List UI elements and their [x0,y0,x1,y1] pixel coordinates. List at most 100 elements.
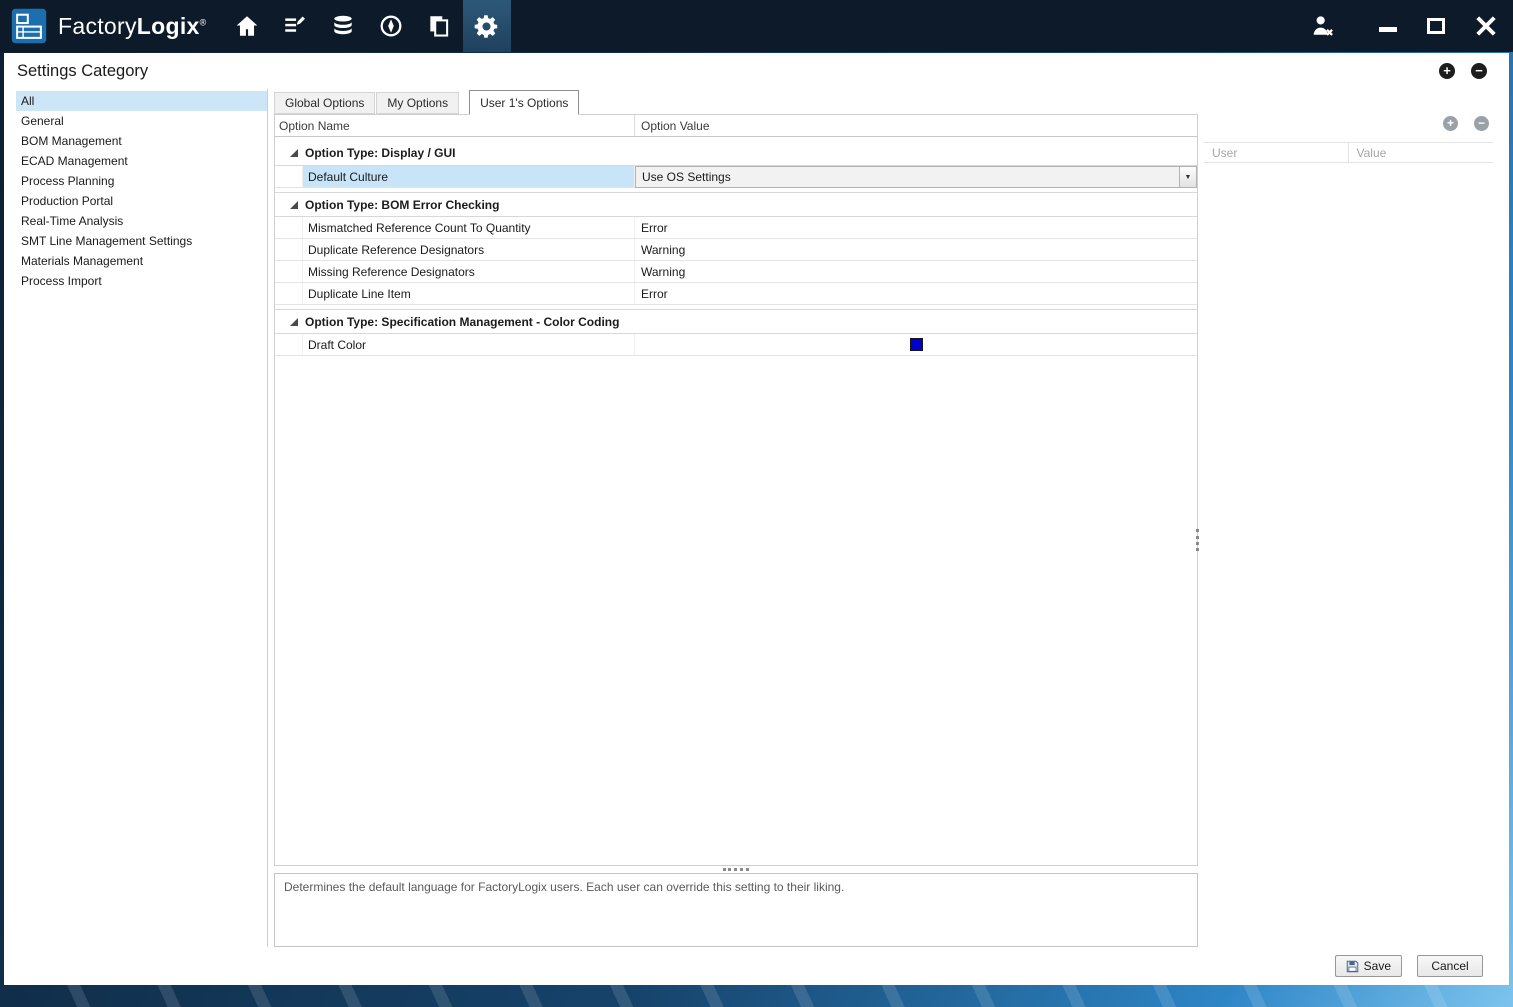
sidebar-item-materials-management[interactable]: Materials Management [16,251,267,271]
options-tabs: Global Options My Options User 1's Optio… [274,89,1198,114]
close-button[interactable] [1475,15,1497,37]
registered-mark: ® [200,17,207,27]
materials-stack-icon[interactable] [319,0,367,52]
option-value-cell: Warning [635,261,1197,282]
reports-documents-icon[interactable] [415,0,463,52]
close-icon [1475,15,1497,37]
row-indicator [275,166,303,187]
vertical-splitter[interactable] [1196,529,1199,551]
add-user-override-button[interactable]: + [1443,116,1458,131]
titlebar: FactoryLogix® [0,0,1513,52]
option-row-draft-color[interactable]: Draft Color [275,334,1197,356]
sidebar-item-all[interactable]: All [16,91,267,111]
user-overrides-actions: + − [1204,112,1493,134]
minimize-icon [1379,27,1397,32]
sidebar-item-general[interactable]: General [16,111,267,131]
option-name-cell: Default Culture [303,166,635,187]
cancel-button-label: Cancel [1431,959,1468,973]
group-title: Option Type: BOM Error Checking [305,198,499,212]
option-row-duplicate-line-item[interactable]: Duplicate Line Item Error [275,283,1197,305]
dropdown-chevron-icon[interactable]: ▼ [1179,167,1196,187]
horizontal-splitter[interactable] [274,866,1198,873]
column-header-option-name[interactable]: Option Name [275,115,635,136]
user-overrides-body [1204,163,1493,947]
row-indicator [275,239,303,260]
sidebar-item-process-planning[interactable]: Process Planning [16,171,267,191]
add-button[interactable]: + [1439,63,1455,79]
engineering-edit-icon[interactable] [271,0,319,52]
options-grid-body: Option Type: Display / GUI Default Cultu… [275,137,1197,865]
row-indicator [275,261,303,282]
option-name-cell: Mismatched Reference Count To Quantity [303,217,635,238]
sidebar-item-ecad-management[interactable]: ECAD Management [16,151,267,171]
user-overrides-panel: + − User Value [1204,89,1493,947]
option-name-cell: Missing Reference Designators [303,261,635,282]
main-area: All General BOM Management ECAD Manageme… [4,89,1509,947]
settings-gear-icon[interactable] [463,0,511,52]
option-value-cell [635,334,1197,355]
option-row-mismatched-reference-count[interactable]: Mismatched Reference Count To Quantity E… [275,217,1197,239]
save-disk-icon [1346,960,1359,973]
options-grid: Option Name Option Value Option Type: Di… [274,114,1198,866]
app-name-regular: Factory [58,13,137,39]
row-indicator [275,334,303,355]
maximize-icon [1427,18,1445,34]
app-title: FactoryLogix® [58,13,207,40]
sidebar-item-bom-management[interactable]: BOM Management [16,131,267,151]
group-row-display-gui[interactable]: Option Type: Display / GUI [275,141,1197,166]
home-icon[interactable] [223,0,271,52]
sidebar-item-smt-line-management-settings[interactable]: SMT Line Management Settings [16,231,267,251]
option-row-default-culture[interactable]: Default Culture Use OS Settings ▼ [275,166,1197,188]
footer: Save Cancel [4,947,1509,985]
minimize-button[interactable] [1379,21,1397,32]
category-actions: + − [1439,63,1487,79]
remove-user-override-button[interactable]: − [1474,116,1489,131]
user-logout-icon[interactable] [1309,12,1337,40]
maximize-button[interactable] [1427,18,1445,34]
default-culture-dropdown[interactable]: Use OS Settings ▼ [635,166,1197,188]
settings-page: Settings Category + − All General BOM Ma… [4,53,1509,985]
group-expander-icon [290,201,298,209]
production-compass-icon[interactable] [367,0,415,52]
content-header: Settings Category + − [4,53,1509,89]
option-name-cell: Duplicate Line Item [303,283,635,304]
option-name-cell: Duplicate Reference Designators [303,239,635,260]
options-grid-header: Option Name Option Value [275,115,1197,137]
draft-color-swatch[interactable] [910,338,923,351]
tab-global-options[interactable]: Global Options [274,92,375,114]
tab-my-options[interactable]: My Options [376,92,459,114]
window-controls [1309,12,1513,40]
column-header-value[interactable]: Value [1349,143,1494,162]
option-value-cell: Error [635,283,1197,304]
row-indicator [275,217,303,238]
option-description: Determines the default language for Fact… [274,873,1198,947]
dropdown-selected-value: Use OS Settings [636,170,731,184]
option-value-cell: Error [635,217,1197,238]
app-name-bold: Logix [137,13,200,39]
save-button-label: Save [1364,959,1391,973]
app-window: FactoryLogix® [0,0,1513,52]
sidebar-item-production-portal[interactable]: Production Portal [16,191,267,211]
factorylogix-logo-icon [10,7,48,45]
group-title: Option Type: Specification Management - … [305,315,619,329]
option-row-missing-reference-designators[interactable]: Missing Reference Designators Warning [275,261,1197,283]
options-section: Global Options My Options User 1's Optio… [274,89,1198,947]
remove-button[interactable]: − [1471,63,1487,79]
main-toolbar [223,0,511,52]
cancel-button[interactable]: Cancel [1417,955,1483,977]
column-header-option-value[interactable]: Option Value [635,115,1197,136]
sidebar-item-process-import[interactable]: Process Import [16,271,267,291]
group-row-specification-color-coding[interactable]: Option Type: Specification Management - … [275,309,1197,334]
window-frame: Settings Category + − All General BOM Ma… [0,52,1513,1007]
option-value-cell: Warning [635,239,1197,260]
column-header-user[interactable]: User [1204,143,1349,162]
option-row-duplicate-reference-designators[interactable]: Duplicate Reference Designators Warning [275,239,1197,261]
splitter-grip-icon[interactable] [723,868,749,871]
group-title: Option Type: Display / GUI [305,146,455,160]
sidebar-item-real-time-analysis[interactable]: Real-Time Analysis [16,211,267,231]
save-button[interactable]: Save [1335,955,1402,977]
row-indicator [275,283,303,304]
tab-user1-options[interactable]: User 1's Options [469,90,579,115]
group-row-bom-error-checking[interactable]: Option Type: BOM Error Checking [275,192,1197,217]
group-expander-icon [290,149,298,157]
